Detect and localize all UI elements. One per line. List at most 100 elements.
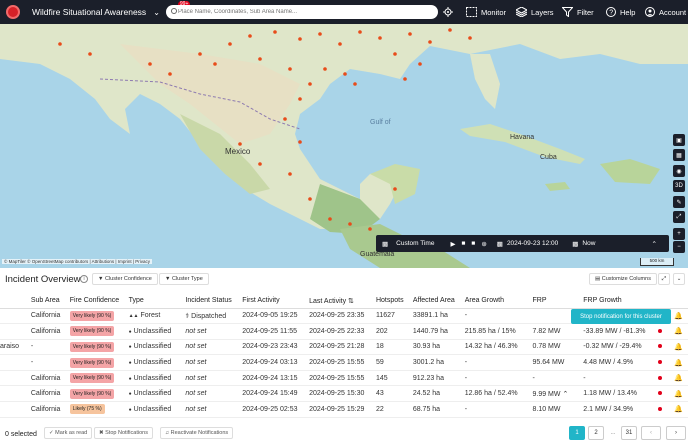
ruler-icon[interactable]: ✎ <box>673 196 685 208</box>
filter-button[interactable]: Filter <box>562 0 594 24</box>
time-now-label[interactable]: Now <box>582 240 595 247</box>
calendar-icon[interactable]: ▩ <box>382 240 388 248</box>
stop-notifications-button[interactable]: ✖ Stop Notifications <box>94 427 153 439</box>
type-label: Unclassified <box>133 343 172 351</box>
bell-icon[interactable]: 🔔 <box>674 344 683 351</box>
date-calendar-icon[interactable]: ▩ <box>497 240 503 248</box>
cell-hotspots: 145 <box>375 370 413 387</box>
selected-count: 0 selected <box>5 431 37 438</box>
table-row[interactable]: California Very likely (90 %) ● Unclassifi… <box>0 323 688 340</box>
map-icon[interactable]: ▣ <box>673 134 685 146</box>
zoom-out-button[interactable]: − <box>673 241 685 253</box>
expand-icon[interactable]: ⤢ <box>673 211 685 223</box>
cell-status-dot <box>658 323 674 340</box>
filter-cluster-confidence[interactable]: ▼ Cluster Confidence <box>92 273 158 285</box>
play-icon[interactable]: ▶ <box>450 240 455 248</box>
page-button-31[interactable]: 31 <box>621 426 637 440</box>
camera-icon[interactable]: ◉ <box>673 165 685 177</box>
page-ellipsis: ... <box>610 430 616 436</box>
sort-icon[interactable]: ⇅ <box>346 298 354 305</box>
stop-icon[interactable]: ■ <box>461 240 465 247</box>
search-input[interactable] <box>178 9 428 15</box>
button-label: Reactivate Notifications <box>170 430 229 436</box>
page-button-1[interactable]: 1 <box>569 426 585 440</box>
customize-columns-button[interactable]: ▤ Customize Columns <box>589 273 657 285</box>
cell-status-dot <box>658 370 674 387</box>
bell-icon[interactable]: 🔔 <box>674 406 683 413</box>
col-sub-area[interactable]: Sub Area <box>30 294 70 309</box>
bell-icon[interactable]: 🔔 <box>674 391 683 398</box>
col-incident-status[interactable]: Incident Status <box>185 294 243 309</box>
chevron-down-icon[interactable]: ⌄ <box>153 8 160 17</box>
table-row[interactable]: California Very likely (90 %) ● Unclassifi… <box>0 385 688 403</box>
col-type[interactable]: Type <box>128 294 186 309</box>
monitor-button[interactable]: Monitor <box>466 0 506 24</box>
cell-area-growth: - <box>464 354 533 371</box>
bell-icon[interactable]: 🔔 <box>674 360 683 367</box>
fullscreen-icon[interactable]: ⤢ <box>658 273 670 285</box>
grid-icon[interactable]: ▦ <box>673 149 685 161</box>
fire-type-icon: ● <box>128 360 132 367</box>
unread-dot <box>658 375 663 380</box>
bell-icon[interactable]: 🔔 <box>674 313 683 320</box>
chevron-up-icon[interactable]: ⌃ <box>651 240 656 248</box>
prev-page-button[interactable]: ‹ <box>641 426 661 440</box>
time-mode-label[interactable]: Custom Time <box>396 240 434 247</box>
cell-fire-confidence: Very likely (90 %) <box>69 323 129 340</box>
time-bar: ▩ Custom Time ▶ ■ ■ ⊛ ▩ 2024-09-23 12:00… <box>376 235 669 252</box>
cell-area-growth: - <box>464 401 533 418</box>
account-icon <box>645 7 655 17</box>
col-fire-confidence[interactable]: Fire Confidence <box>69 294 129 309</box>
page-button-2[interactable]: 2 <box>588 426 604 440</box>
table-row[interactable]: California Very likely (90 %) ● Unclassifi… <box>0 370 688 387</box>
help-button[interactable]: ? Help <box>606 0 635 24</box>
col-affected-area[interactable]: Affected Area <box>412 294 465 309</box>
bell-icon[interactable]: 🔔 <box>674 375 683 382</box>
chart-icon[interactable]: ⌃ <box>562 391 568 398</box>
cell-notify: 🔔 <box>673 339 688 356</box>
filter-cluster-type[interactable]: ▼ Cluster Type <box>159 273 209 285</box>
table-row[interactable]: - Very likely (90 %) ● Unclassified not set… <box>0 354 688 371</box>
cell-frp: 8.10 MW <box>532 401 584 418</box>
table-row[interactable]: California Likely (75 %) ● Unclassified not… <box>0 401 688 418</box>
broadcast-icon[interactable]: ⊛ <box>481 240 486 248</box>
next-page-button[interactable]: › <box>666 426 686 440</box>
col-area-growth[interactable]: Area Growth <box>464 294 533 309</box>
app-title[interactable]: Wildfire Situational Awareness <box>32 7 146 17</box>
search-box[interactable] <box>166 5 438 19</box>
type-label: Unclassified <box>133 390 172 398</box>
col-first-activity[interactable]: First Activity <box>242 294 310 309</box>
map-label-mexico: Mexico <box>225 147 251 156</box>
row-lead: araiso <box>0 339 31 356</box>
app-logo[interactable] <box>6 5 20 19</box>
time-date-label[interactable]: 2024-09-23 12:00 <box>507 240 558 247</box>
reactivate-notifications-button[interactable]: ♫ Reactivate Notifications <box>160 427 234 439</box>
confidence-badge: Very likely (90 %) <box>69 373 115 384</box>
cell-frp-growth: - <box>583 370 659 387</box>
account-button[interactable]: Account <box>645 0 686 24</box>
cell-first-activity: 2024-09-24 13:15 <box>242 370 310 387</box>
map-canvas[interactable]: Mexico Havana Cuba Gulf of Guatemala <box>0 24 688 268</box>
cell-status: not set <box>185 354 243 371</box>
info-icon[interactable]: i <box>80 275 88 283</box>
col-frp-growth[interactable]: FRP Growth <box>583 294 659 309</box>
mark-as-read-button[interactable]: ✓ Mark as read <box>44 427 93 439</box>
zoom-in-button[interactable]: + <box>673 228 685 240</box>
cell-frp: 7.82 MW <box>532 323 584 340</box>
record-icon[interactable]: ■ <box>471 240 475 247</box>
col-last-activity[interactable]: Last Activity ⇅ <box>309 294 376 309</box>
cell-type: ● Unclassified <box>128 323 186 340</box>
col-frp[interactable]: FRP <box>532 294 584 309</box>
map-attribution[interactable]: © MapTiler © OpenStreetMap contributors … <box>2 259 153 264</box>
now-calendar-icon[interactable]: ▩ <box>572 240 578 248</box>
layers-button[interactable]: Layers <box>516 0 554 24</box>
cell-frp-growth: 2.1 MW / 34.9% <box>583 401 659 418</box>
bell-icon[interactable]: 🔔 <box>674 328 683 335</box>
table-row[interactable]: araiso - Very likely (90 %) ● Unclassified n… <box>0 339 688 356</box>
col-hotspots[interactable]: Hotspots <box>375 294 413 309</box>
3d-button[interactable]: 3D <box>673 180 685 192</box>
locate-icon[interactable] <box>443 0 457 24</box>
map-view[interactable]: Mexico Havana Cuba Gulf of Guatemala <box>0 24 688 268</box>
chevron-down-icon[interactable]: ⌄ <box>673 273 685 285</box>
cell-affected-area: 1440.79 ha <box>412 323 465 340</box>
